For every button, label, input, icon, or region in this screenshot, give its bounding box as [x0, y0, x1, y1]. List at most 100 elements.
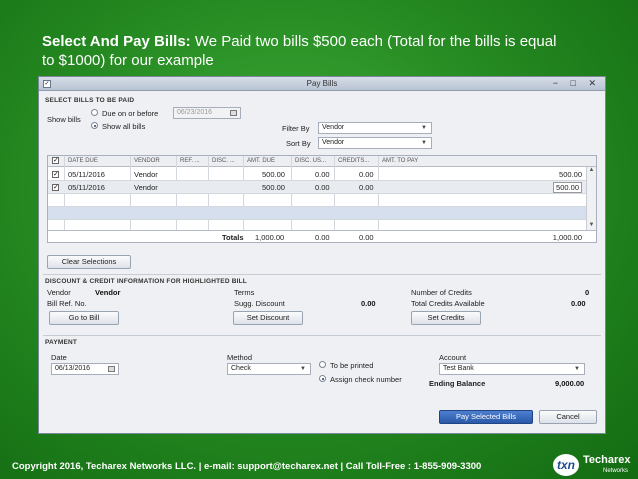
total-credits-label: Total Credits Available	[411, 299, 485, 308]
cell-date-due: 05/11/2016	[68, 170, 105, 179]
col-amt-due[interactable]: AMT. DUE	[247, 158, 275, 164]
table-row[interactable]: ✓ 05/11/2016 Vendor 500.00 0.00 0.00 500…	[48, 181, 586, 194]
pay-selected-bills-button[interactable]: Pay Selected Bills	[439, 410, 533, 424]
method-label: Method	[227, 353, 253, 362]
total-credits-value: 0.00	[571, 299, 586, 308]
table-row-empty	[48, 194, 586, 207]
slide-title: Select And Pay Bills: We Paid two bills …	[42, 32, 562, 70]
logo-name: Techarex	[583, 454, 631, 466]
chevron-down-icon: ▼	[421, 140, 427, 146]
payment-date-value: 06/13/2016	[55, 365, 91, 372]
go-to-bill-button[interactable]: Go to Bill	[49, 311, 119, 325]
calendar-icon[interactable]	[108, 366, 115, 372]
slide-footer: Copyright 2016, Techarex Networks LLC. |…	[12, 461, 482, 472]
col-amt-to-pay[interactable]: AMT. TO PAY	[382, 158, 418, 164]
payment-date-field[interactable]: 06/13/2016	[51, 363, 119, 375]
vendor-label: Vendor	[47, 288, 71, 297]
col-disc-date[interactable]: DISC. ...	[212, 158, 235, 164]
chevron-down-icon: ▼	[421, 125, 427, 131]
filter-by-label: Filter By	[282, 124, 310, 133]
total-amt-due: 1,000.00	[255, 233, 285, 242]
slide-title-bold: Select And Pay Bills:	[42, 33, 191, 50]
payment-date-label: Date	[51, 353, 67, 362]
sort-by-value: Vendor	[322, 139, 345, 146]
discount-credit-heading: DISCOUNT & CREDIT INFORMATION FOR HIGHLI…	[45, 278, 247, 285]
cell-disc-used: 0.00	[315, 170, 330, 179]
table-row-empty	[48, 207, 586, 220]
chevron-down-icon: ▼	[574, 366, 580, 372]
sort-by-select[interactable]: Vendor ▼	[318, 137, 432, 149]
calendar-icon[interactable]	[230, 110, 237, 116]
bills-table: ✓ DATE DUE VENDOR REF. ... DISC. ... AMT…	[47, 155, 597, 243]
col-credits[interactable]: CREDITS...	[338, 158, 369, 164]
cell-credits: 0.00	[359, 183, 374, 192]
cell-vendor: Vendor	[134, 183, 158, 192]
clear-selections-button[interactable]: Clear Selections	[47, 255, 131, 269]
show-all-bills-radio[interactable]	[91, 122, 98, 129]
vendor-value: Vendor	[95, 288, 121, 297]
num-credits-label: Number of Credits	[411, 288, 472, 297]
col-ref[interactable]: REF. ...	[180, 158, 200, 164]
col-disc-used[interactable]: DISC. US...	[295, 158, 326, 164]
window-titlebar: ✓ Pay Bills − □ ✕	[39, 77, 605, 91]
cell-vendor: Vendor	[134, 170, 158, 179]
to-be-printed-radio[interactable]	[319, 361, 326, 368]
select-all-checkbox[interactable]: ✓	[52, 157, 59, 164]
cell-disc-used: 0.00	[315, 183, 330, 192]
select-bills-heading: SELECT BILLS TO BE PAID	[45, 97, 135, 104]
chevron-down-icon: ▼	[300, 366, 306, 372]
table-row[interactable]: ✓ 05/11/2016 Vendor 500.00 0.00 0.00 500…	[48, 168, 586, 181]
num-credits-value: 0	[585, 288, 590, 297]
sort-by-label: Sort By	[286, 139, 311, 148]
logo-sub: Networks	[603, 468, 629, 474]
logo-mark-icon: txn	[553, 454, 579, 476]
row-checkbox[interactable]: ✓	[52, 184, 59, 191]
filter-by-value: Vendor	[322, 124, 345, 131]
window-title: Pay Bills	[306, 79, 338, 88]
cell-date-due: 05/11/2016	[68, 183, 105, 192]
filter-by-select[interactable]: Vendor ▼	[318, 122, 432, 134]
method-value: Check	[231, 365, 251, 372]
cell-credits: 0.00	[359, 170, 374, 179]
scroll-up-icon[interactable]: ▲	[587, 167, 596, 175]
show-all-bills-label: Show all bills	[102, 122, 146, 131]
due-date-field[interactable]: 06/23/2016	[173, 107, 241, 119]
payment-heading: PAYMENT	[45, 339, 78, 346]
terms-label: Terms	[234, 288, 255, 297]
col-date-due[interactable]: DATE DUE	[68, 158, 98, 164]
total-credits: 0.00	[359, 233, 374, 242]
to-be-printed-label: To be printed	[330, 361, 374, 370]
col-vendor[interactable]: VENDOR	[134, 158, 160, 164]
table-scrollbar[interactable]: ▲ ▼	[586, 167, 596, 230]
set-credits-button[interactable]: Set Credits	[411, 311, 481, 325]
cancel-button[interactable]: Cancel	[539, 410, 597, 424]
show-bills-label: Show bills	[47, 115, 81, 124]
totals-label: Totals	[222, 233, 244, 242]
account-label: Account	[439, 353, 467, 362]
ending-balance-label: Ending Balance	[429, 379, 486, 388]
method-select[interactable]: Check ▼	[227, 363, 311, 375]
ending-balance-value: 9,000.00	[555, 379, 585, 388]
techarex-logo: txn Techarex Networks	[553, 452, 638, 479]
due-on-or-before-radio[interactable]	[91, 109, 98, 116]
table-totals-row: Totals 1,000.00 0.00 0.00 1,000.00	[48, 230, 596, 242]
cell-amt-due: 500.00	[262, 183, 285, 192]
bill-ref-label: Bill Ref. No.	[47, 299, 87, 308]
account-value: Test Bank	[443, 365, 474, 372]
assign-check-number-label: Assign check number	[330, 375, 402, 384]
window-controls[interactable]: − □ ✕	[553, 78, 601, 89]
cell-amt-to-pay[interactable]: 500.00	[553, 182, 582, 193]
total-disc-used: 0.00	[315, 233, 330, 242]
assign-check-number-radio[interactable]	[319, 375, 326, 382]
account-select[interactable]: Test Bank ▼	[439, 363, 585, 375]
row-checkbox[interactable]: ✓	[52, 171, 59, 178]
sugg-discount-value: 0.00	[361, 299, 376, 308]
cell-amt-due: 500.00	[262, 170, 285, 179]
scroll-down-icon[interactable]: ▼	[587, 222, 596, 230]
due-date-value: 06/23/2016	[177, 109, 213, 116]
sugg-discount-label: Sugg. Discount	[234, 299, 285, 308]
pay-bills-window: ✓ Pay Bills − □ ✕ SELECT BILLS TO BE PAI…	[38, 76, 606, 434]
set-discount-button[interactable]: Set Discount	[233, 311, 303, 325]
due-on-or-before-label: Due on or before	[102, 109, 159, 118]
cell-amt-to-pay[interactable]: 500.00	[559, 170, 582, 179]
